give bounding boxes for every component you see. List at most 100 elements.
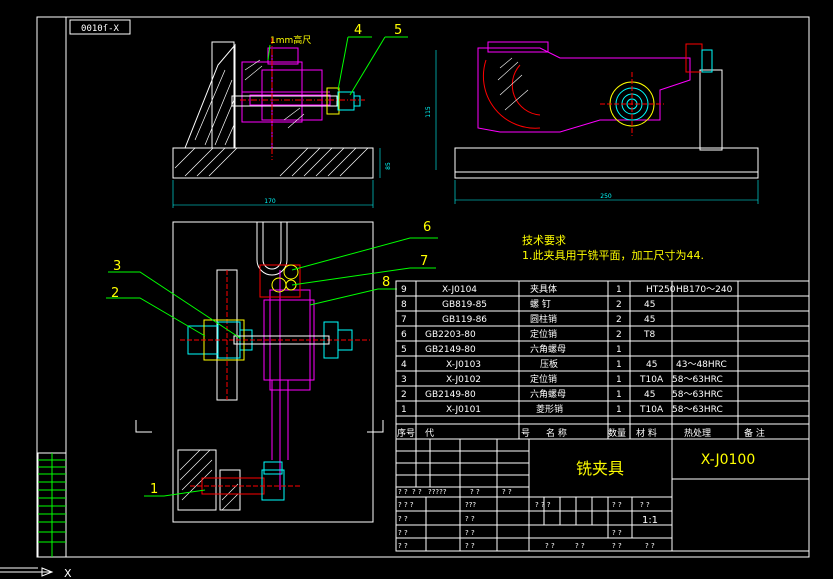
bom-header-name: 名 称 (546, 427, 567, 439)
bom-row-3-no: 3 (401, 375, 407, 385)
tb-q-14: ? ? (465, 529, 475, 537)
leader-5 (349, 36, 386, 96)
bom-row-3-qty: 1 (616, 375, 622, 385)
bom-row-2-name: 六角螺母 (530, 388, 566, 400)
tb-q-4: ? ? (470, 488, 480, 496)
callout-8: 8 (382, 275, 390, 290)
callout-5-top: 5 (394, 23, 402, 38)
bom-header-qty: 数量 (608, 427, 626, 439)
tb-q-8: ? ? ? (535, 501, 551, 509)
bom-row-5-code: GB2149-80 (425, 345, 476, 355)
bom-row-3-code: X-J0102 (446, 375, 481, 385)
bom-row-2-heat: 58～63HRC (672, 390, 723, 400)
bom-row-6-code: GB2203-80 (425, 330, 476, 340)
bom-header-no: 序号 (397, 427, 415, 439)
callout-1: 1 (150, 482, 158, 497)
bom-row-7-qty: 2 (616, 315, 622, 325)
bom-row-1-code: X-J0101 (446, 405, 481, 415)
tb-q-20: ? ? (612, 542, 622, 550)
bom-row-2-mat: 45 (644, 390, 655, 400)
bom-header-remark: 备 注 (744, 427, 765, 439)
bom-rows: 9 X-J0104 夹具体 1 HT250 HB170～240 8 GB819-… (401, 283, 733, 415)
bom-row-4-name: 压板 (540, 358, 558, 370)
tb-q-2: ? ? (412, 488, 422, 496)
bom-row-9-no: 9 (401, 285, 407, 295)
bom-header-mat: 材 料 (636, 427, 657, 439)
tb-q-13: ? ? (398, 529, 408, 537)
bom-row-2-code: GB2149-80 (425, 390, 476, 400)
callout-4-top: 4 (354, 23, 362, 38)
tb-q-7: ??? (465, 501, 476, 509)
tb-q-9: ? ? (612, 501, 622, 509)
bom-row-8-code: GB819-85 (442, 300, 487, 310)
bom-row-7-name: 圆柱销 (530, 313, 557, 325)
tb-q-21: ? ? (645, 542, 655, 550)
bom-header-heat: 热处理 (684, 427, 711, 439)
bom-row-9-heat: HB170～240 (676, 285, 733, 295)
bom-row-5-no: 5 (401, 345, 407, 355)
callout-2: 2 (111, 286, 119, 301)
dim-side-height: 115 (425, 106, 432, 118)
bom-row-1-no: 1 (401, 405, 407, 415)
bom-row-9-qty: 1 (616, 285, 622, 295)
bom-row-8-name: 螺 钉 (530, 299, 551, 310)
bom-row-7-no: 7 (401, 315, 407, 325)
tech-req-line1: 1.此夹具用于铣平面，加工尺寸为44. (522, 248, 704, 262)
tb-q-16: ? ? (398, 542, 408, 550)
dim-front-height: 85 (385, 162, 392, 170)
bom-row-1-qty: 1 (616, 405, 622, 415)
leader-4 (337, 36, 349, 91)
bom-row-6-mat: T8 (643, 330, 655, 340)
bom-row-9-mat: HT250 (646, 285, 676, 295)
dim-front-width: 170 (264, 198, 276, 205)
bom-row-8-qty: 2 (616, 300, 622, 310)
bom-row-6-no: 6 (401, 330, 407, 340)
bom-header: 序号 代 号 名 称 数量 材 料 热处理 备 注 (397, 427, 765, 439)
bom-row-4-qty: 1 (616, 360, 622, 370)
bom-row-3-mat: T10A (639, 375, 664, 385)
tech-req-heading: 技术要求 (522, 234, 566, 247)
side-view (435, 41, 759, 204)
bom-row-1-heat: 58～63HRC (672, 405, 723, 415)
bom-row-4-mat: 45 (646, 360, 657, 370)
bom-row-5-name: 六角螺母 (530, 343, 566, 355)
tb-q-15: ? ? (612, 529, 622, 537)
bom-row-8-mat: 45 (644, 300, 655, 310)
bom-row-5-qty: 1 (616, 345, 622, 355)
callout-7: 7 (420, 254, 428, 269)
dim-side-width: 250 (600, 193, 612, 200)
tb-q-11: ? ? (398, 515, 408, 523)
bom-row-3-name: 定位销 (530, 373, 557, 385)
bom-row-1-mat: T10A (639, 405, 664, 415)
stamp-text: 0010ſ-X (81, 24, 120, 34)
title-block-name: 铣夹具 (576, 459, 624, 478)
bom-header-code2: 号 (521, 428, 530, 439)
bom-row-4-heat: 43～48HRC (676, 360, 727, 370)
callout-6: 6 (423, 220, 431, 235)
ucs-icon (0, 567, 54, 577)
bom-header-code: 代 (425, 428, 434, 439)
tb-q-3: ????? (428, 488, 447, 496)
front-view (172, 38, 381, 208)
callout-note-1mm: 1mm高尺 (270, 34, 311, 46)
bom-row-3-heat: 58～63HRC (672, 375, 723, 385)
cad-drawing-canvas[interactable]: 0010ſ-X 170 85 1mm高尺 4 5 115 250 3 2 1 6… (0, 0, 833, 579)
bom-row-6-name: 定位销 (530, 328, 557, 340)
title-block-scale: 1:1 (642, 515, 658, 526)
tb-q-12: ? ? (465, 515, 475, 523)
bom-row-7-mat: 45 (644, 315, 655, 325)
bom-row-2-no: 2 (401, 390, 407, 400)
bom-row-6-qty: 2 (616, 330, 622, 340)
tb-q-1: ? ? (398, 488, 408, 496)
bom-row-7-code: GB119-86 (442, 315, 487, 325)
tb-q-19: ? ? (575, 542, 585, 550)
bom-row-9-name: 夹具体 (530, 283, 557, 295)
title-block-drawing-no: X-J0100 (701, 452, 755, 468)
tb-q-6: ? ? ? (398, 501, 414, 509)
bom-row-1-name: 菱形销 (536, 403, 563, 415)
tb-q-18: ? ? (545, 542, 555, 550)
bom-row-8-no: 8 (401, 300, 407, 310)
tb-q-17: ? ? (465, 542, 475, 550)
bom-row-4-no: 4 (401, 360, 407, 370)
bom-row-4-code: X-J0103 (446, 360, 481, 370)
